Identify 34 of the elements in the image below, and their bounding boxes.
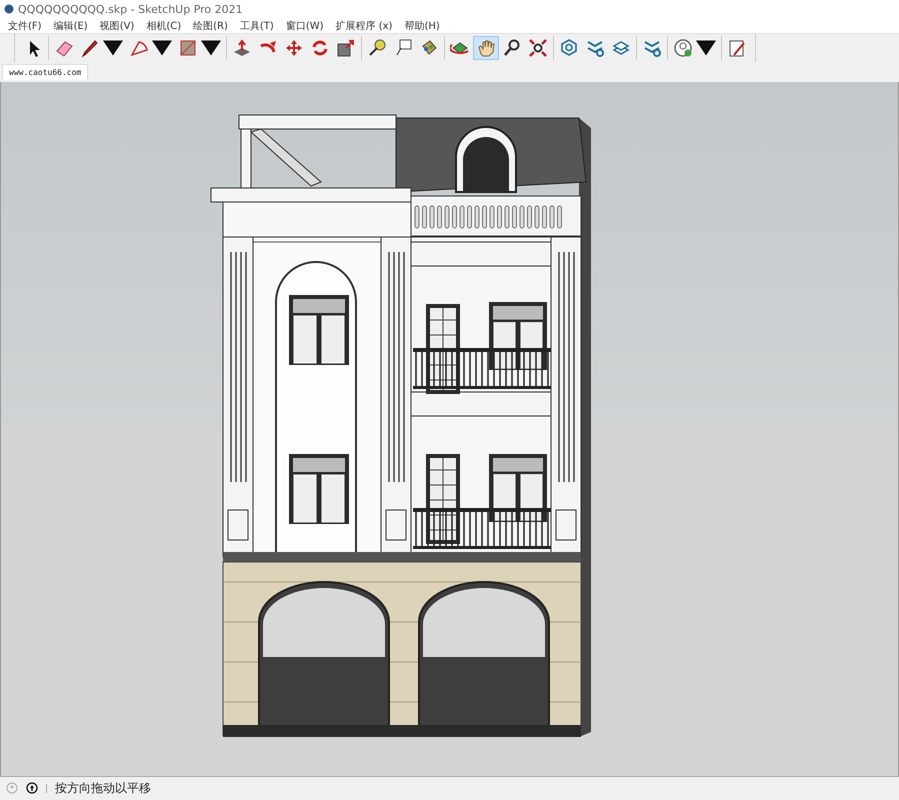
scene-tab[interactable]: www.caotu66.com bbox=[2, 64, 88, 80]
caret-icon[interactable] bbox=[103, 38, 123, 58]
menu-item[interactable]: 相机(C) bbox=[140, 18, 188, 32]
rectangle-icon bbox=[178, 38, 198, 58]
user-profile-icon bbox=[673, 38, 693, 58]
menu-item[interactable]: 编辑(E) bbox=[48, 18, 94, 32]
menu-item[interactable]: 窗口(W) bbox=[280, 18, 330, 32]
rotate-icon bbox=[310, 38, 330, 58]
pencil-icon bbox=[80, 38, 100, 58]
arc-icon bbox=[129, 38, 149, 58]
push-pull-icon bbox=[232, 38, 252, 58]
app-logo-icon bbox=[4, 4, 14, 14]
window-title: QQQQQQQQQQ.skp - SketchUp Pro 2021 bbox=[18, 2, 243, 16]
menu-item[interactable]: 视图(V) bbox=[94, 18, 140, 32]
viewport[interactable] bbox=[0, 82, 899, 776]
menu-item[interactable]: 帮助(H) bbox=[398, 18, 446, 32]
menu-item[interactable]: 绘图(R) bbox=[187, 18, 234, 32]
menu-item[interactable]: 文件(F) bbox=[2, 18, 48, 32]
caret-icon[interactable] bbox=[201, 38, 221, 58]
menu-item[interactable]: 扩展程序 (x) bbox=[330, 18, 398, 32]
caret-icon[interactable] bbox=[696, 38, 716, 58]
tape-measure-icon bbox=[367, 38, 387, 58]
search-icon bbox=[502, 38, 522, 58]
caret-icon[interactable] bbox=[152, 38, 172, 58]
zoom-extents-icon bbox=[528, 38, 548, 58]
hexagon-download-icon bbox=[559, 38, 579, 58]
info-icon[interactable] bbox=[26, 782, 38, 794]
move-icon bbox=[284, 38, 304, 58]
menu-item[interactable]: 工具(T) bbox=[234, 18, 280, 32]
status-text: 按方向拖动以平移 bbox=[55, 780, 151, 796]
hand-tool-button[interactable] bbox=[473, 36, 499, 60]
scale-icon bbox=[336, 38, 356, 58]
hand-icon bbox=[476, 38, 496, 58]
script-edit-icon bbox=[727, 38, 747, 58]
